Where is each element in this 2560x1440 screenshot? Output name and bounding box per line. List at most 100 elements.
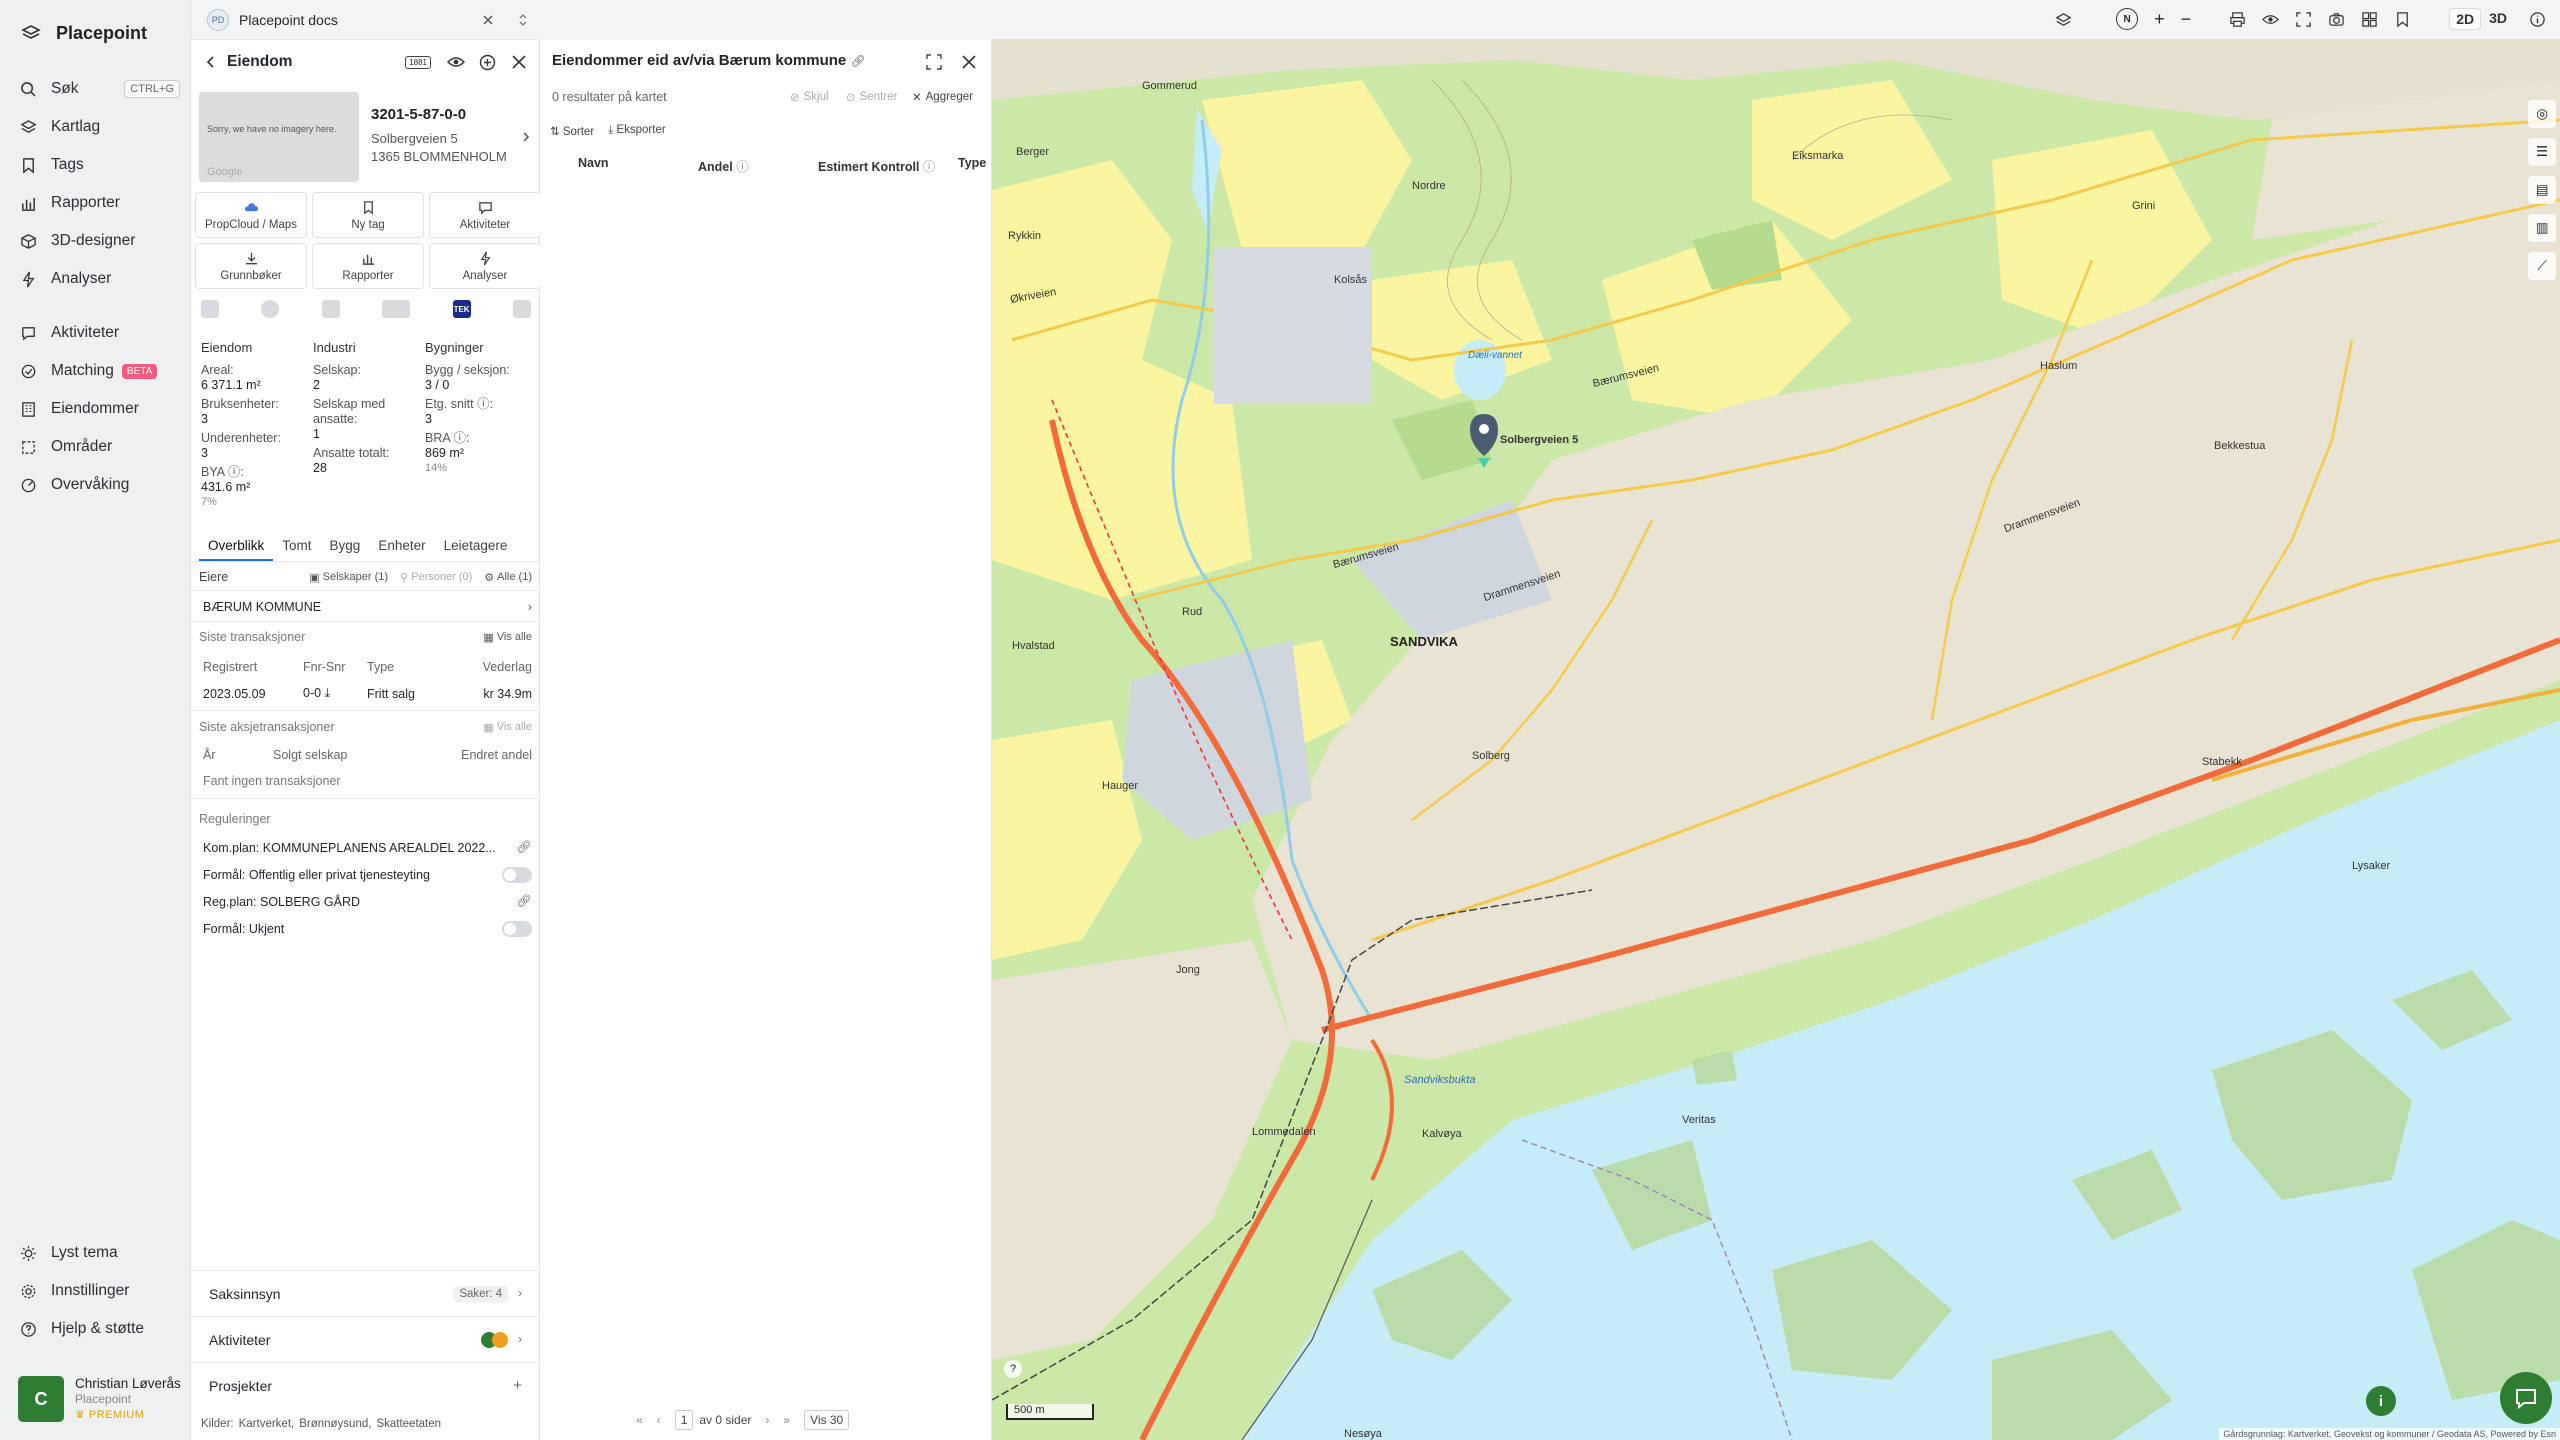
1881-icon[interactable]: 1881: [405, 55, 431, 69]
nav-item-analyser[interactable]: Analyser: [20, 264, 180, 294]
nav-item-lyst-tema[interactable]: Lyst tema: [20, 1238, 180, 1268]
table-row[interactable]: 2023.05.09 0-0 ⤓ Fritt salg kr 34.9m: [199, 686, 532, 701]
nav-item-rapporter[interactable]: Rapporter: [20, 188, 180, 218]
col-header[interactable]: Andel ⓘ: [698, 156, 818, 175]
compass-north-button[interactable]: N: [2116, 8, 2139, 30]
fullscreen-icon[interactable]: [2295, 11, 2312, 28]
globe-tool-button[interactable]: ◎: [2528, 100, 2556, 128]
download-icon[interactable]: ⤓: [325, 686, 331, 700]
export-button[interactable]: ⤓ Eksporter: [608, 124, 666, 138]
map-canvas[interactable]: Solbergveien 5 SANDVIKA Bærumsveien Bæru…: [992, 40, 2560, 1440]
nav-item-eiendommer[interactable]: Eiendommer: [20, 394, 180, 424]
nav-item-aktiviteter[interactable]: Aktiviteter: [20, 318, 180, 348]
docs-tab[interactable]: PD Placepoint docs: [191, 0, 540, 40]
source-link[interactable]: Skatteetaten: [376, 1418, 441, 1430]
user-profile[interactable]: C Christian Løverås Placepoint ♛ PREMIUM: [18, 1376, 181, 1422]
col-header[interactable]: Type: [958, 156, 986, 175]
last-page-button[interactable]: »: [783, 1413, 790, 1427]
add-icon[interactable]: +: [513, 1377, 522, 1394]
measure-tool-button[interactable]: ⟋: [2528, 252, 2556, 280]
add-circle-icon[interactable]: [479, 54, 496, 71]
nav-item-hjelp[interactable]: Hjelp & støtte: [20, 1314, 180, 1344]
page-size-select[interactable]: Vis 30: [804, 1410, 850, 1430]
nav-item-omrader[interactable]: Områder: [20, 432, 180, 462]
prev-page-button[interactable]: ‹: [657, 1413, 661, 1427]
property-thumbnail[interactable]: Sorry, we have no imagery here. Google: [199, 92, 359, 182]
aggregate-button[interactable]: ✕ Aggreger: [912, 90, 973, 104]
activities-section[interactable]: Aktiviteter ›: [191, 1316, 540, 1362]
zoom-out-button[interactable]: −: [2181, 9, 2192, 30]
source-plant-icon[interactable]: [321, 300, 340, 318]
zoom-in-button[interactable]: +: [2154, 9, 2165, 30]
link-icon[interactable]: 🔗︎: [850, 54, 865, 68]
activities-button[interactable]: Aktiviteter: [429, 192, 541, 238]
nav-item-3d-designer[interactable]: 3D-designer: [20, 226, 180, 256]
filter-persons-chip[interactable]: ⚲ Personer (0): [400, 571, 472, 584]
first-page-button[interactable]: «: [636, 1413, 643, 1427]
sort-button[interactable]: ⇅ Sorter: [550, 124, 594, 138]
chart-tool-button[interactable]: ▥: [2528, 214, 2556, 242]
source-chart-icon[interactable]: [382, 300, 411, 318]
new-tag-button[interactable]: Ny tag: [312, 192, 424, 238]
nav-item-matching[interactable]: Matching BETA: [20, 356, 180, 386]
help-map-button[interactable]: ?: [1004, 1360, 1022, 1378]
nav-item-kartlag[interactable]: Kartlag: [20, 112, 180, 142]
saksinnsyn-section[interactable]: Saksinnsyn Saker: 4 ›: [191, 1270, 540, 1316]
layers-stack-icon[interactable]: [2055, 11, 2072, 28]
nav-item-innstillinger[interactable]: Innstillinger: [20, 1276, 180, 1306]
regulation-item[interactable]: Reg.plan: SOLBERG GÅRD 🔗︎: [199, 894, 532, 909]
close-icon[interactable]: [512, 55, 526, 69]
nav-item-overvaking[interactable]: Overvåking: [20, 470, 180, 500]
expand-icon[interactable]: [518, 13, 528, 27]
next-page-button[interactable]: ›: [765, 1413, 769, 1427]
source-link[interactable]: Kartverket,: [239, 1418, 295, 1430]
tab-enheter[interactable]: Enheter: [369, 532, 434, 561]
show-all-transactions[interactable]: ▦ Vis alle: [483, 631, 532, 644]
table-tool-button[interactable]: ▤: [2528, 176, 2556, 204]
tab-tomt[interactable]: Tomt: [273, 532, 320, 561]
propcloud-maps-button[interactable]: PropCloud / Maps: [195, 192, 307, 238]
link-icon[interactable]: 🔗︎: [516, 894, 532, 909]
nav-item-sok[interactable]: Søk CTRL+G: [20, 74, 180, 104]
hide-button[interactable]: ⊘ Skjul: [790, 90, 829, 104]
source-globe-icon[interactable]: [261, 300, 280, 318]
print-icon[interactable]: [2229, 11, 2246, 28]
brand[interactable]: Placepoint: [20, 20, 147, 46]
eye-icon[interactable]: [447, 55, 465, 69]
filter-companies-chip[interactable]: ▣ Selskaper (1): [309, 571, 388, 584]
mode-2d-button[interactable]: 2D: [2449, 8, 2482, 30]
bookmark-icon[interactable]: [2394, 11, 2411, 28]
fullscreen-icon[interactable]: [926, 54, 942, 70]
info-icon[interactable]: [2529, 11, 2546, 28]
grid-icon[interactable]: [2361, 11, 2378, 28]
reports-button[interactable]: Rapporter: [312, 243, 424, 289]
owner-row[interactable]: BÆRUM KOMMUNE ›: [199, 597, 532, 617]
regulation-toggle[interactable]: [502, 921, 532, 937]
camera-icon[interactable]: [2328, 11, 2345, 28]
regulation-toggle[interactable]: [502, 867, 532, 883]
source-house-icon[interactable]: [512, 300, 531, 318]
layers-tool-button[interactable]: ☰: [2528, 138, 2556, 166]
nav-item-tags[interactable]: Tags: [20, 150, 180, 180]
show-all-share-transactions[interactable]: ▦ Vis alle: [483, 721, 532, 734]
eye-icon[interactable]: [2262, 11, 2280, 28]
tab-overblikk[interactable]: Overblikk: [199, 532, 274, 561]
col-header[interactable]: Navn: [578, 156, 698, 175]
back-icon[interactable]: [205, 55, 215, 69]
analyses-button[interactable]: Analyser: [429, 243, 541, 289]
source-grid-icon[interactable]: [201, 300, 219, 318]
projects-section[interactable]: Prosjekter +: [191, 1362, 540, 1408]
regulation-item[interactable]: Kom.plan: KOMMUNEPLANENS AREALDEL 2022..…: [199, 840, 532, 855]
chevron-right-icon[interactable]: [522, 131, 530, 143]
source-tek-icon[interactable]: TEK: [452, 300, 471, 318]
center-button[interactable]: ⊙ Sentrer: [846, 90, 897, 104]
chat-fab[interactable]: [2500, 1372, 2552, 1424]
source-link[interactable]: Brønnøysund,: [299, 1418, 371, 1430]
tab-bygg[interactable]: Bygg: [321, 532, 370, 561]
filter-all-chip[interactable]: ⚙ Alle (1): [484, 571, 532, 584]
col-header[interactable]: Estimert Kontroll ⓘ: [818, 156, 958, 175]
close-icon[interactable]: [482, 14, 494, 26]
land-registry-button[interactable]: Grunnbøker: [195, 243, 307, 289]
tab-leietagere[interactable]: Leietagere: [435, 532, 517, 561]
page-input[interactable]: 1: [674, 1410, 694, 1430]
